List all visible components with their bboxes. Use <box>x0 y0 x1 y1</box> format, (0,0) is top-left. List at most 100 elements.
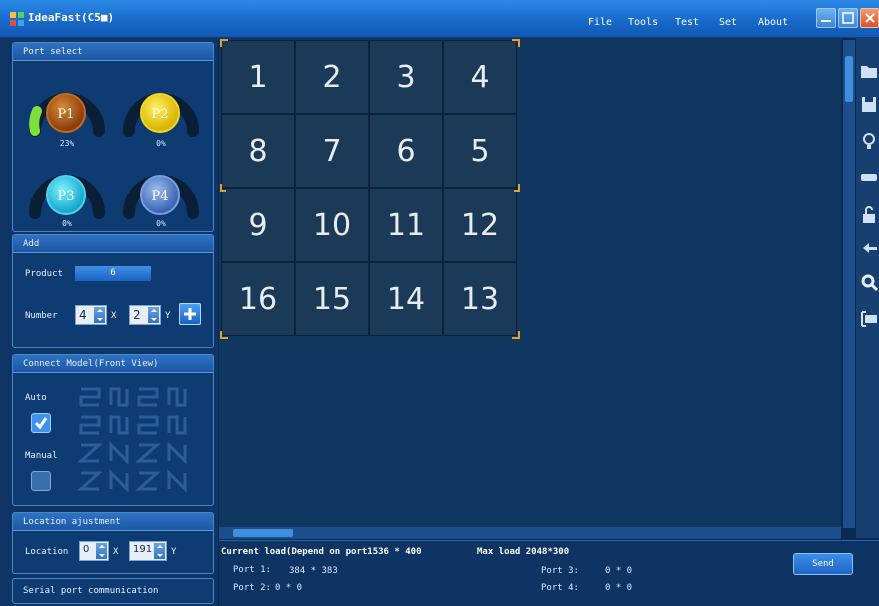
pattern-s-2-icon <box>109 387 129 407</box>
window-title: IdeaFast(C5■) <box>28 11 115 24</box>
stepper-arrows-icon[interactable] <box>154 543 165 559</box>
selection-edge-handle[interactable] <box>514 184 520 192</box>
pattern-s-4-icon <box>167 387 187 407</box>
send-button[interactable]: Send <box>793 553 853 575</box>
checkmark-icon <box>34 417 48 430</box>
grid-cell[interactable]: 15 <box>295 262 369 336</box>
grid-cell[interactable]: 6 <box>369 114 443 188</box>
grid-cell[interactable]: 16 <box>221 262 295 336</box>
port-4-label: Port 4: <box>541 583 579 593</box>
x-label: X <box>111 311 117 321</box>
bulb-icon[interactable] <box>859 130 879 152</box>
grid-cell[interactable]: 10 <box>295 188 369 262</box>
pattern-s-7-icon <box>137 415 159 435</box>
location-section: Location ajustment Location 0 X 191 Y <box>12 512 214 574</box>
grid-cell[interactable]: 1 <box>221 40 295 114</box>
manual-checkbox[interactable] <box>31 471 51 491</box>
menu-set[interactable]: Set <box>719 17 737 28</box>
pattern-n-1-icon <box>109 441 129 465</box>
location-x-label: X <box>113 547 119 557</box>
stepper-arrows-icon[interactable] <box>96 543 107 559</box>
port-4-value: 0 * 0 <box>605 583 633 593</box>
port-3-percent: 0% <box>62 219 72 228</box>
add-button[interactable] <box>179 303 201 325</box>
screen-icon[interactable] <box>859 308 879 330</box>
pattern-z-1-icon <box>77 443 103 463</box>
usb-icon[interactable] <box>859 166 879 188</box>
grid-cell[interactable]: 4 <box>443 40 517 114</box>
port-1-button[interactable]: P1 <box>46 93 86 133</box>
vertical-scroll-thumb[interactable] <box>845 56 853 102</box>
auto-checkbox[interactable] <box>31 413 51 433</box>
menu-test[interactable]: Test <box>675 17 699 28</box>
grid-cell[interactable]: 11 <box>369 188 443 262</box>
number-x-value: 4 <box>79 308 87 322</box>
port-1-level-arc <box>29 106 42 136</box>
pattern-s-3-icon <box>137 387 159 407</box>
grid-cell[interactable]: 2 <box>295 40 369 114</box>
port-select-section: Port select P1 23% P2 0% P3 0% P4 0% <box>12 42 214 232</box>
current-load-text: Current load(Depend on port1536 * 400 <box>221 547 422 557</box>
save-icon[interactable] <box>859 94 879 116</box>
grid-cell[interactable]: 8 <box>221 114 295 188</box>
number-y-stepper[interactable]: 2 <box>129 305 161 325</box>
port-3-label: Port 3: <box>541 566 579 576</box>
port-1-label: Port 1: <box>233 565 271 575</box>
selection-corner-handle[interactable] <box>220 331 228 339</box>
minimize-button[interactable] <box>816 8 836 28</box>
pattern-n-4-icon <box>167 469 187 493</box>
menu-tools[interactable]: Tools <box>628 17 658 28</box>
selection-corner-handle[interactable] <box>220 39 228 47</box>
stepper-arrows-icon[interactable] <box>94 307 105 323</box>
port-3-button[interactable]: P3 <box>46 175 86 215</box>
y-label: Y <box>165 311 171 321</box>
port-2-button[interactable]: P2 <box>140 93 180 133</box>
location-x-value: 0 <box>83 544 90 555</box>
vertical-scrollbar[interactable] <box>843 40 855 528</box>
menu-about[interactable]: About <box>758 17 788 28</box>
port-4-button[interactable]: P4 <box>140 175 180 215</box>
canvas-area[interactable]: 1 2 3 4 8 7 6 5 9 10 11 12 16 15 14 13 <box>219 38 841 527</box>
selection-corner-handle[interactable] <box>512 39 520 47</box>
menu-file[interactable]: File <box>588 17 612 28</box>
serial-section[interactable]: Serial port communication <box>12 578 214 604</box>
grid-cell[interactable]: 3 <box>369 40 443 114</box>
horizontal-scrollbar[interactable] <box>219 527 841 539</box>
app-window: IdeaFast(C5■) File Tools Test Set About … <box>0 0 879 606</box>
location-x-stepper[interactable]: 0 <box>79 541 109 561</box>
number-x-stepper[interactable]: 4 <box>75 305 107 325</box>
close-icon <box>865 13 875 23</box>
pattern-z-3-icon <box>77 471 103 491</box>
location-y-stepper[interactable]: 191 <box>129 541 167 561</box>
add-section: Add Product 6 Number 4 X 2 Y <box>12 234 214 348</box>
location-y-label: Y <box>171 547 177 557</box>
auto-label: Auto <box>25 393 47 403</box>
selection-edge-handle[interactable] <box>220 184 226 192</box>
undo-icon[interactable] <box>859 238 879 260</box>
close-button[interactable] <box>860 8 879 28</box>
folder-icon[interactable] <box>859 60 879 82</box>
connection-patterns <box>77 387 187 493</box>
port-4-percent: 0% <box>156 219 166 228</box>
maximize-button[interactable] <box>838 8 858 28</box>
stepper-arrows-icon[interactable] <box>148 307 159 323</box>
grid-cell[interactable]: 5 <box>443 114 517 188</box>
search-icon[interactable] <box>859 272 879 294</box>
grid-cell[interactable]: 9 <box>221 188 295 262</box>
location-heading: Location ajustment <box>13 513 213 531</box>
title-bar: IdeaFast(C5■) File Tools Test Set About <box>0 0 879 38</box>
grid-cell[interactable]: 12 <box>443 188 517 262</box>
horizontal-scroll-thumb[interactable] <box>233 529 293 537</box>
grid-cell[interactable]: 13 <box>443 262 517 336</box>
pattern-z-2-icon <box>135 443 161 463</box>
grid-cell[interactable]: 7 <box>295 114 369 188</box>
product-field[interactable]: 6 <box>75 266 151 281</box>
app-logo-icon <box>10 12 24 26</box>
selection-corner-handle[interactable] <box>512 331 520 339</box>
right-toolbar <box>856 38 879 538</box>
grid-cell[interactable]: 14 <box>369 262 443 336</box>
connect-model-section: Connect Model(Front View) Auto Manual <box>12 354 214 506</box>
port-2-label: Port 2: <box>233 583 271 593</box>
location-y-value: 191 <box>133 544 153 555</box>
lock-icon[interactable] <box>859 204 879 226</box>
